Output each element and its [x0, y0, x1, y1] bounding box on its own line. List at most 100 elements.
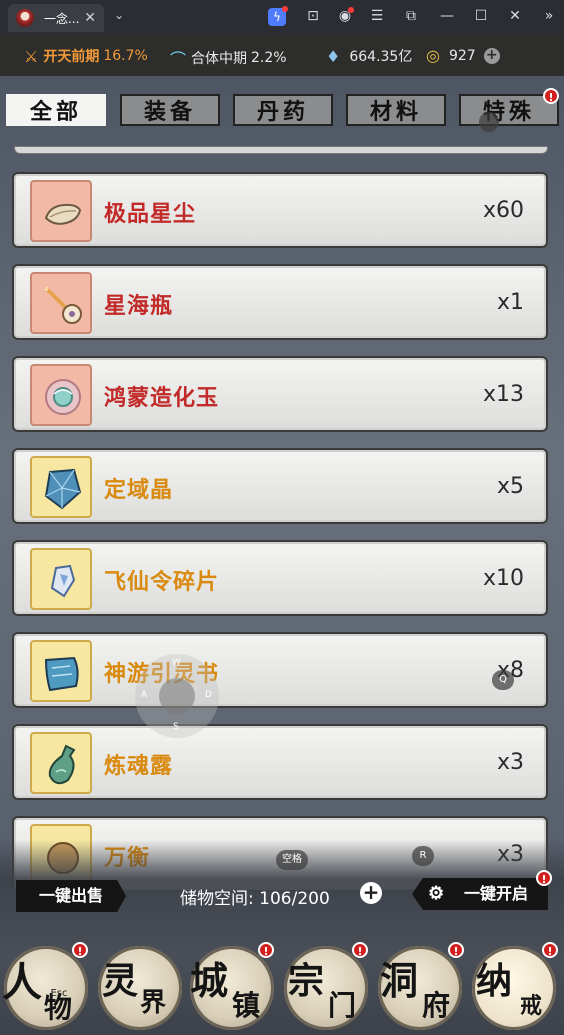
- list-item[interactable]: 飞仙令碎片 x10: [12, 540, 548, 616]
- joystick-w: W: [172, 658, 181, 668]
- add-coins-button[interactable]: +: [483, 47, 500, 64]
- item-icon-frame: [30, 732, 92, 794]
- nav-spirit-realm-char2: 界: [140, 988, 167, 1018]
- special-tab-badge: !: [543, 88, 559, 104]
- joystick-d: D: [205, 690, 212, 700]
- open-all-button[interactable]: ⚙ 一键开启: [412, 878, 548, 910]
- nav-sect-char2: 门: [328, 989, 357, 1022]
- realm-label: 开天前期: [43, 49, 100, 65]
- item-icon-frame: [30, 180, 92, 242]
- window-titlebar: 一念... ✕ ⌄ ϟ ⊡ ◉ ☰ ⧉ — ☐ ✕ »: [0, 0, 564, 34]
- list-item[interactable]: 炼魂露 x3: [12, 724, 548, 800]
- item-name: 极品星尘: [104, 202, 197, 227]
- coins-value: 927: [448, 47, 476, 64]
- item-icon-frame: [30, 364, 92, 426]
- item-name: 定域晶: [104, 478, 174, 503]
- list-item[interactable]: 定域晶 x5: [12, 448, 548, 524]
- joystick-a: A: [141, 690, 148, 700]
- item-count: x3: [496, 750, 524, 775]
- item-name: 鸿蒙造化玉: [104, 386, 220, 411]
- nav-town[interactable]: 城 镇: [190, 946, 274, 1030]
- open-all-label: 一键开启: [464, 884, 529, 903]
- tab-all[interactable]: 全部: [6, 94, 106, 126]
- storage-label: 储物空间:: [180, 889, 254, 909]
- sword-icon: ⚔: [24, 46, 39, 66]
- crystal-icon: ♦: [326, 46, 341, 66]
- keymap-space[interactable]: 空格: [276, 850, 308, 870]
- storage-capacity: 储物空间: 106/200: [180, 884, 330, 909]
- realm-value: 16.7%: [103, 48, 148, 64]
- item-name: 飞仙令碎片: [104, 570, 220, 595]
- scroll-icon: [44, 656, 79, 692]
- item-name: 星海瓶: [104, 294, 174, 319]
- spirit-stones-value: 664.35亿: [349, 49, 413, 65]
- star-bottle-icon: [44, 286, 82, 324]
- list-item[interactable]: 星海瓶 x1: [12, 264, 548, 340]
- keymap-q[interactable]: Q: [492, 670, 514, 690]
- nav-town-char2: 镇: [232, 989, 261, 1022]
- nav-cave-char2: 府: [422, 989, 451, 1022]
- jade-icon: [45, 379, 81, 415]
- expand-storage-button[interactable]: +: [360, 882, 382, 904]
- storage-value: 106/200: [259, 889, 330, 909]
- app-icon: [16, 9, 34, 27]
- sell-all-button[interactable]: 一键出售: [16, 880, 126, 912]
- nav-character[interactable]: 人 物: [2, 946, 88, 1030]
- nav-cave-dwelling[interactable]: 洞 府: [378, 946, 462, 1030]
- coins: ◎ 927 +: [426, 46, 500, 65]
- list-top-edge: [14, 146, 548, 154]
- tab-pills[interactable]: 丹药: [233, 94, 333, 126]
- pin-icon[interactable]: ⧉: [402, 8, 420, 24]
- tab-dropdown-icon[interactable]: ⌄: [114, 8, 124, 22]
- nav-sect-badge: !: [352, 942, 368, 958]
- item-icon-frame: [30, 548, 92, 610]
- list-item[interactable]: 极品星尘 x60: [12, 172, 548, 248]
- item-icon-frame: [30, 456, 92, 518]
- token-fragment-icon: [50, 564, 76, 598]
- nav-spirit-realm[interactable]: 灵 界: [98, 946, 182, 1030]
- notification-dot: [348, 7, 354, 13]
- notification-dot: [282, 6, 288, 12]
- nav-spirit-realm-char1: 灵: [102, 960, 139, 1002]
- crystal-shard-icon: [44, 468, 82, 510]
- maximize-icon[interactable]: ☐: [472, 8, 490, 24]
- nav-storage-ring[interactable]: 纳 戒: [472, 946, 556, 1030]
- menu-icon[interactable]: ☰: [368, 8, 386, 24]
- item-name: 炼魂露: [104, 754, 174, 779]
- nav-sect-char1: 宗: [288, 960, 325, 1002]
- list-item[interactable]: 神游引灵书 x8: [12, 632, 548, 708]
- item-count: x13: [482, 382, 524, 407]
- nav-sect[interactable]: 宗 门: [284, 946, 368, 1030]
- open-all-badge: !: [536, 870, 552, 886]
- joystick-s: S: [173, 722, 179, 732]
- virtual-joystick[interactable]: W A D S: [135, 654, 219, 738]
- nav-cave-char1: 洞: [380, 958, 419, 1003]
- expand-icon[interactable]: »: [540, 8, 558, 24]
- gift-icon[interactable]: ⊡: [304, 8, 322, 24]
- nav-character-char1: 人: [2, 959, 42, 1006]
- close-icon[interactable]: ✕: [506, 8, 524, 24]
- joystick-thumb[interactable]: [159, 678, 195, 714]
- keymap-hint: [479, 112, 499, 132]
- nav-town-badge: !: [258, 942, 274, 958]
- item-icon-frame: [30, 272, 92, 334]
- nav-character-badge: !: [72, 942, 88, 958]
- nav-town-char1: 城: [190, 958, 229, 1003]
- tab-equipment[interactable]: 装备: [120, 94, 220, 126]
- tab-materials[interactable]: 材料: [346, 94, 446, 126]
- cultivation-label: 合体中期: [191, 51, 248, 67]
- cultivation-progress: ⌒ 合体中期 2.2%: [170, 46, 287, 70]
- list-item[interactable]: 鸿蒙造化玉 x13: [12, 356, 548, 432]
- item-count: x10: [482, 566, 524, 591]
- bottom-navigation: 人 物 ! 灵 界 城 镇 ! 宗 门 ! 洞 府 ! 纳 戒 !: [0, 940, 564, 1035]
- realm-progress: ⚔ 开天前期 16.7%: [24, 46, 148, 66]
- keymap-esc[interactable]: Esc: [46, 984, 72, 1004]
- browser-tab[interactable]: 一念... ✕: [8, 4, 104, 32]
- tab-close-icon[interactable]: ✕: [84, 10, 96, 26]
- keymap-r[interactable]: R: [412, 846, 434, 866]
- nav-cave-badge: !: [448, 942, 464, 958]
- minimize-icon[interactable]: —: [438, 8, 456, 24]
- tab-title: 一念...: [44, 11, 80, 26]
- cultivation-value: 2.2%: [251, 50, 287, 66]
- item-count: x1: [496, 290, 524, 315]
